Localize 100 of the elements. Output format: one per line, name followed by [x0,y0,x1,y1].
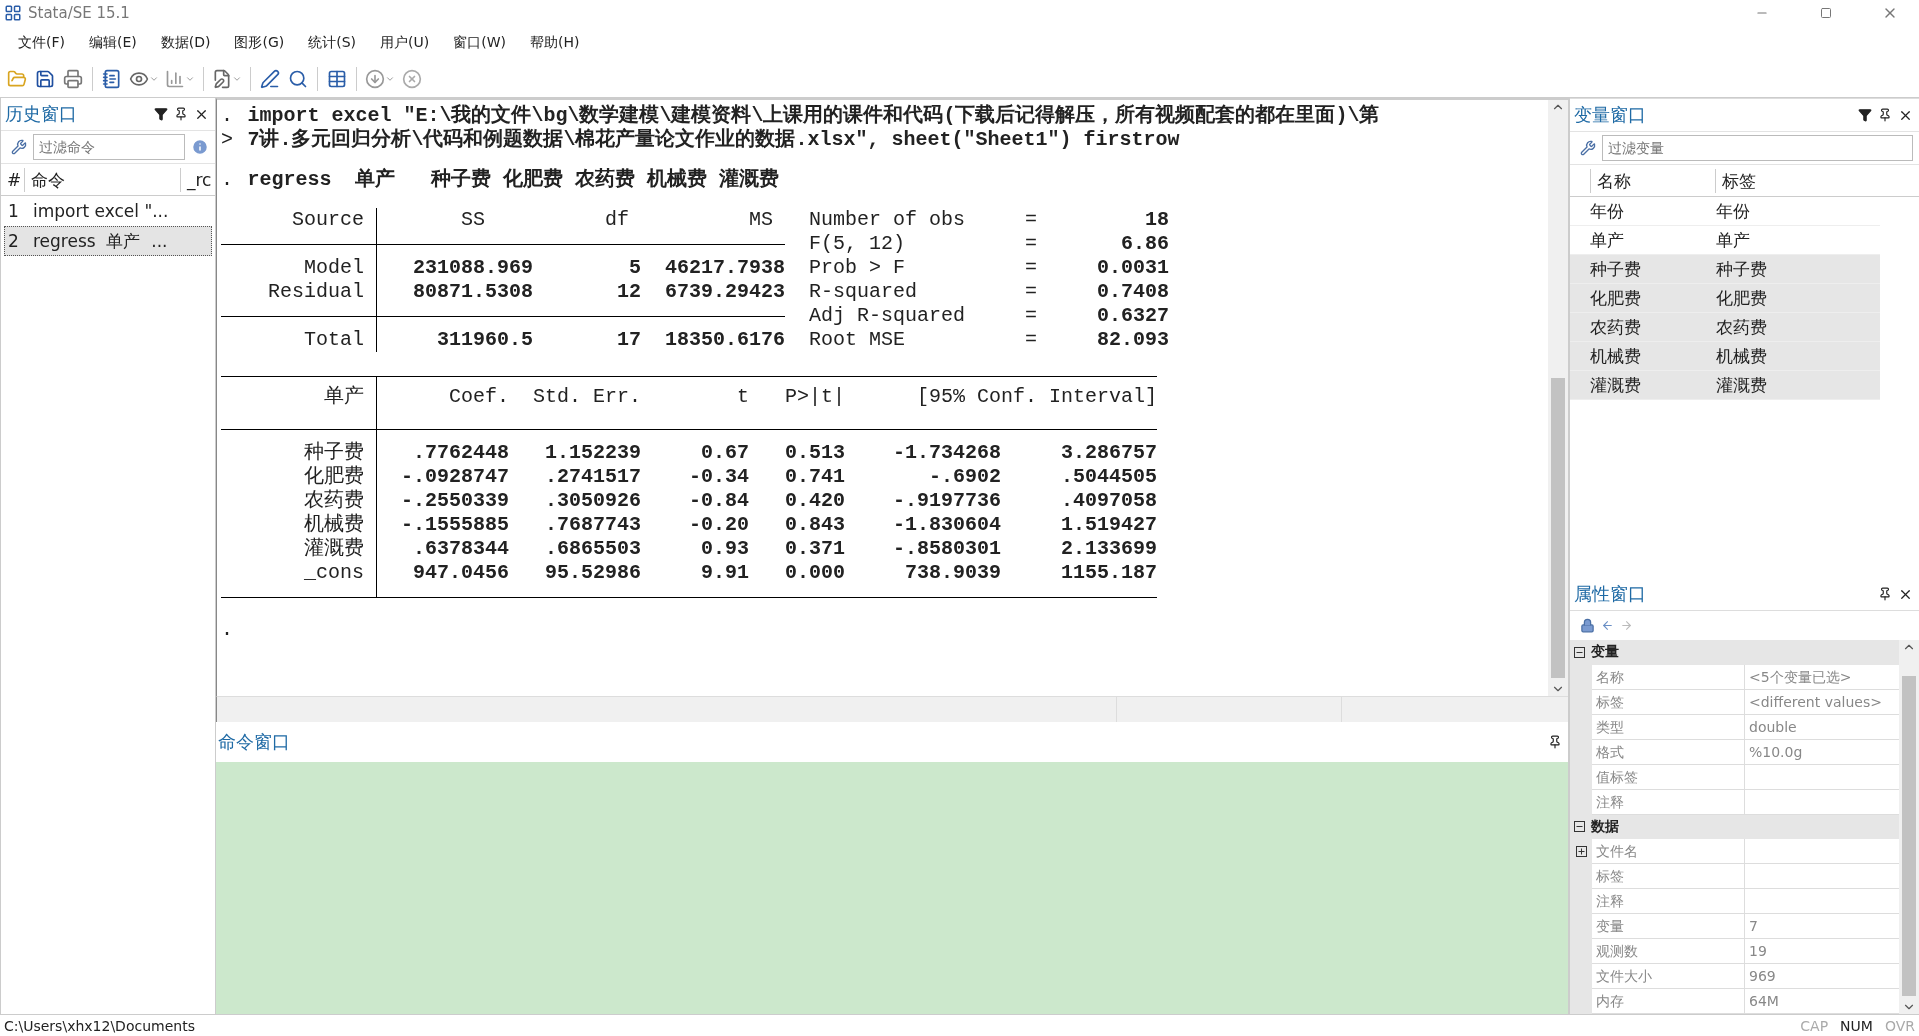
variable-name: 化肥费 [1589,286,1642,310]
lock-icon[interactable] [1580,618,1595,633]
pin-icon[interactable] [1548,735,1562,749]
menu-item[interactable]: 图形(G) [222,29,297,57]
scrollbar[interactable] [1548,100,1568,696]
pin-icon[interactable] [174,107,188,121]
scroll-thumb[interactable] [1902,676,1916,996]
equals-sign: = [1024,256,1039,280]
property-name: 名称 [1592,664,1745,690]
wrench-icon[interactable] [1580,140,1596,156]
variable-row[interactable]: 农药费 农药费 [1570,313,1880,342]
menu-item[interactable]: 数据(D) [148,29,223,57]
row-label: 化肥费 [303,465,365,489]
table-cell-text: 18350.6176 [664,328,786,352]
history-item[interactable]: 1 import excel "... [4,196,212,226]
menu-item[interactable]: 用户(U) [368,29,442,57]
menu-item[interactable]: 编辑(E) [77,29,149,57]
prompt: > [221,128,234,152]
column-header: SS [460,208,487,232]
table-cell-text: -.9197736 [892,489,1002,513]
scroll-thumb[interactable] [1551,378,1565,678]
variable-row[interactable]: 机械费 机械费 [1570,342,1880,371]
property-name: 文件大小 [1592,964,1745,989]
column-header: df [604,208,631,232]
pin-icon[interactable] [1878,587,1892,601]
group-header[interactable]: 数据 [1570,814,1899,839]
variable-label: 化肥费 [1715,286,1768,310]
menu-item[interactable]: 文件(F) [6,29,77,57]
stat-label: F(5, 12) [809,232,907,256]
pen-icon [212,68,232,89]
window-title: Stata/SE 15.1 [28,4,131,22]
column-header: Coef. [448,385,510,409]
stat-label: Number of obs [809,208,967,232]
column-header[interactable]: 标签 [1716,168,1919,193]
column-header[interactable]: 名称 [1590,168,1716,193]
variable-name: 年份 [1589,199,1625,223]
table-cell-text: 947.0456 [412,561,510,585]
filter-icon[interactable] [1858,108,1872,122]
command-input[interactable] [216,762,1568,1014]
column-header[interactable]: _rc [181,167,215,192]
history-item[interactable]: 2 regress 单产 ... [4,226,212,256]
collapse-icon[interactable] [1574,821,1585,833]
filter-field[interactable]: 过滤命令 [33,134,185,160]
variable-row[interactable]: 化肥费 化肥费 [1570,284,1880,313]
filter-field[interactable]: 过滤变量 [1602,135,1913,161]
menu-item[interactable]: 帮助(H) [518,29,592,57]
stat-value: 0.7408 [1096,280,1170,304]
property-name: 注释 [1592,889,1745,914]
column-header[interactable]: # [1,167,25,192]
variable-row[interactable]: 灌溉费 灌溉费 [1570,371,1880,400]
equals-sign: = [1024,304,1039,328]
table-cell-text: 46217.7938 [664,256,786,280]
variable-name: 单产 [1589,228,1625,252]
row-label: Total [303,328,365,352]
table-cell-text: .6378344 [412,537,510,561]
variable-name: 农药费 [1589,315,1642,339]
status-indicator: CAP [1800,1017,1829,1034]
panel-title: 属性窗口 [1574,582,1647,606]
stat-label: Root MSE [809,328,907,352]
table-cell-text: 311960.5 [436,328,534,352]
property-name: 值标签 [1592,764,1745,790]
variable-row[interactable]: 种子费 种子费 [1570,255,1880,284]
menu-item[interactable]: 统计(S) [296,29,369,57]
column-header: Std. Err. [532,385,642,409]
row-label: 种子费 [303,441,365,465]
menu-item[interactable]: 窗口(W) [441,29,519,57]
table-cell-text: 95.52986 [544,561,642,585]
table-cell-text: .4097058 [1060,489,1158,513]
variable-label: 灌溉费 [1715,373,1768,397]
row-number: 1 [7,201,20,221]
collapse-icon[interactable] [1574,646,1585,658]
table-cell-text: .3050926 [544,489,642,513]
table-cell-text: -0.34 [688,465,750,489]
folder-icon [7,68,27,89]
pin-icon[interactable] [1878,108,1892,122]
table-cell-text: .5044505 [1060,465,1158,489]
expand-icon[interactable] [1575,846,1587,857]
stat-value: 6.86 [1120,232,1170,256]
column-header: Source [291,208,365,232]
filter-icon[interactable] [154,107,168,121]
equals-sign: = [1024,232,1039,256]
table-cell-text: -1.734268 [892,441,1002,465]
row-number: 2 [7,231,20,251]
back-icon[interactable] [1601,619,1614,632]
prompt: . [221,618,234,642]
stat-value: 82.093 [1096,328,1170,352]
notebook-icon [102,68,122,89]
scrollbar[interactable] [1899,640,1919,1014]
table-cell-text: -.6902 [928,465,1002,489]
column-header: 单产 [323,385,365,409]
group-title: 数据 [1591,817,1619,836]
table-cell-text: 80871.5308 [412,280,534,304]
column-header[interactable]: 命令 [25,167,181,192]
variable-label: 年份 [1715,199,1751,223]
stat-value: 0.6327 [1096,304,1170,328]
column-header: [95% Conf. Interval] [916,385,1158,409]
group-header[interactable]: 变量 [1570,640,1899,665]
wrench-icon[interactable] [11,139,27,155]
table-cell-text: 2.133699 [1060,537,1158,561]
info-icon[interactable] [191,138,209,156]
